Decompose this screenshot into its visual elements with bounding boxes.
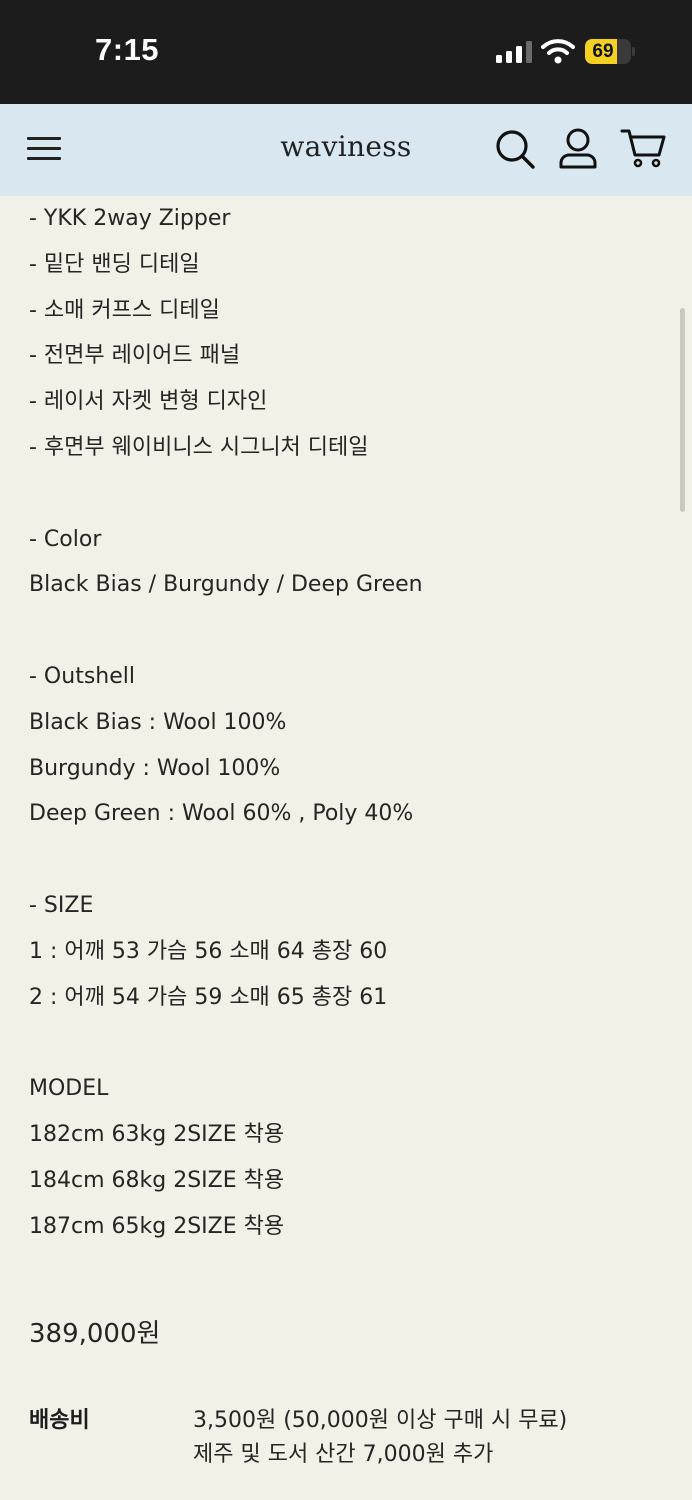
product-price: 389,000원 <box>29 1319 161 1349</box>
user-icon[interactable] <box>558 127 598 169</box>
model-item: 187cm 65kg 2SIZE 착용 <box>29 1213 285 1239</box>
status-time: 7:15 <box>95 32 160 67</box>
outshell-item: Deep Green : Wool 60% , Poly 40% <box>29 801 414 827</box>
size-item: 1 : 어깨 53 가슴 56 소매 64 총장 60 <box>29 938 388 964</box>
outshell-heading: - Outshell <box>29 663 135 689</box>
brand-logo[interactable]: waviness <box>250 130 442 163</box>
size-heading: - SIZE <box>29 892 94 918</box>
outshell-item: Burgundy : Wool 100% <box>29 755 281 781</box>
model-heading: MODEL <box>29 1076 109 1102</box>
battery-tip <box>632 47 635 56</box>
feature-item: - 레이서 자켓 변형 디자인 <box>29 389 268 415</box>
wifi-icon <box>541 39 575 64</box>
feature-item: - 소매 커프스 디테일 <box>29 297 220 323</box>
menu-icon[interactable] <box>26 132 64 166</box>
color-heading: - Color <box>29 526 102 552</box>
shipping-label: 배송비 <box>29 1408 90 1433</box>
feature-item: - 밑단 밴딩 디테일 <box>29 251 200 277</box>
feature-item: - YKK 2way Zipper <box>29 206 231 231</box>
battery-icon: 69 <box>585 39 631 64</box>
model-item: 182cm 63kg 2SIZE 착용 <box>29 1121 285 1147</box>
signal-icon <box>496 41 532 63</box>
feature-item: - 전면부 레이어드 패널 <box>29 343 241 369</box>
size-item: 2 : 어깨 54 가슴 59 소매 65 총장 61 <box>29 984 388 1010</box>
color-value: Black Bias / Burgundy / Deep Green <box>29 572 423 598</box>
scrollbar[interactable] <box>680 308 685 512</box>
product-description: - YKK 2way Zipper - 밑단 밴딩 디테일 - 소매 커프스 디… <box>29 196 649 1249</box>
status-bar: 7:15 69 <box>0 0 692 104</box>
shipping-extra: 제주 및 도서 산간 7,000원 추가 <box>193 1442 494 1467</box>
shipping-info: 3,500원 (50,000원 이상 구매 시 무료) 제주 및 도서 산간 7… <box>193 1404 567 1472</box>
outshell-item: Black Bias : Wool 100% <box>29 709 287 735</box>
model-item: 184cm 68kg 2SIZE 착용 <box>29 1167 285 1193</box>
shipping-fee: 3,500원 (50,000원 이상 구매 시 무료) <box>193 1408 568 1433</box>
feature-item: - 후면부 웨이비니스 시그니처 디테일 <box>29 434 369 460</box>
cart-icon[interactable] <box>620 127 668 169</box>
search-icon[interactable] <box>494 128 536 170</box>
battery-percent: 69 <box>592 41 614 62</box>
